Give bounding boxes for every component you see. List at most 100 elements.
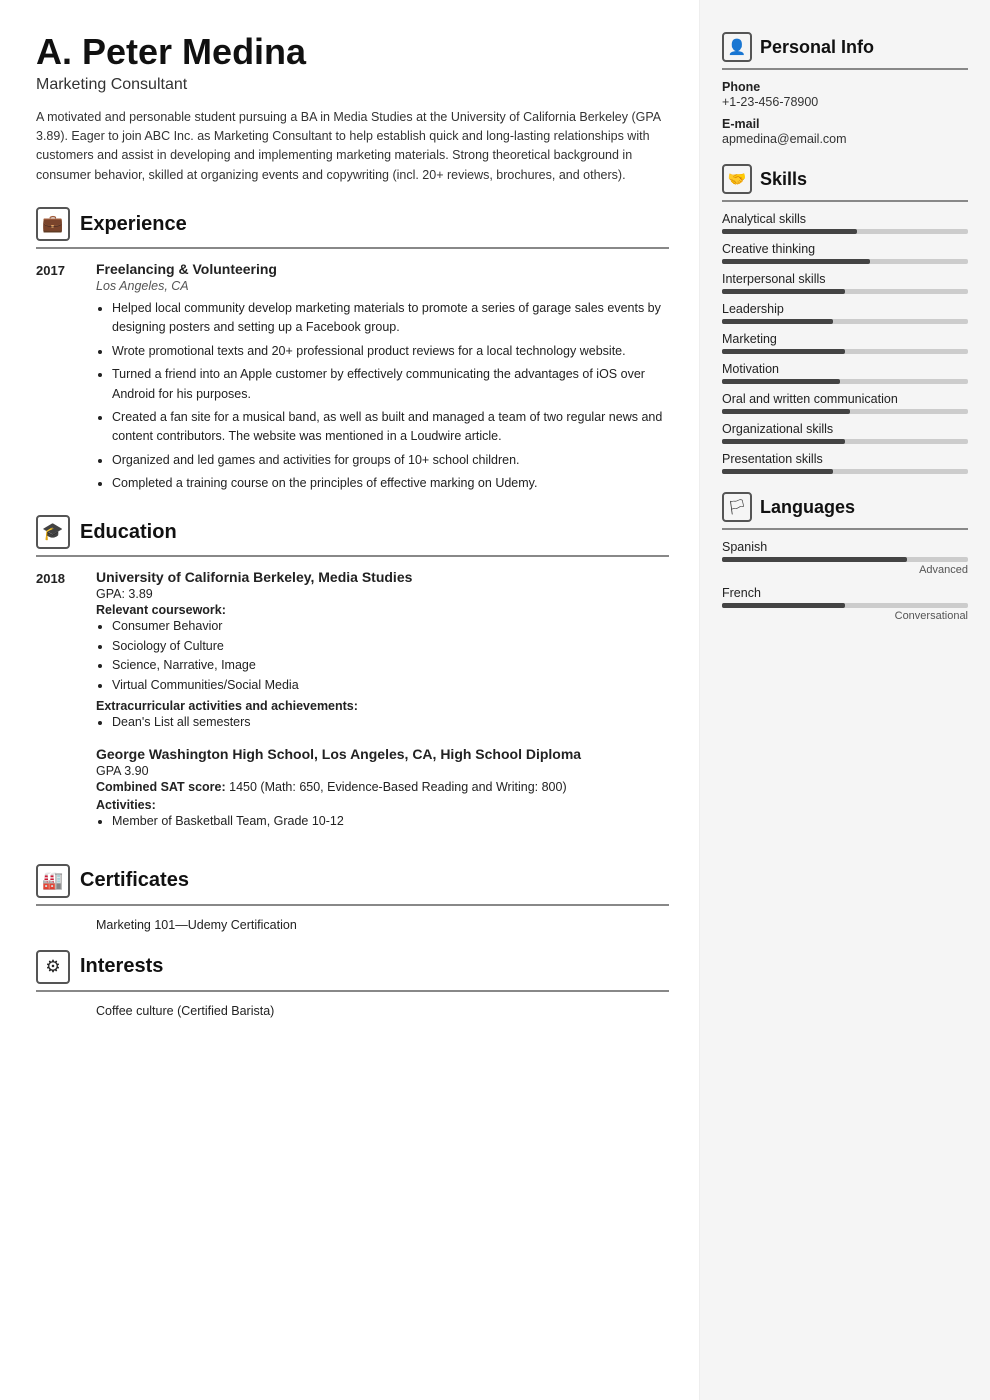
- coursework-item: Consumer Behavior: [112, 617, 669, 636]
- language-item-french: French Conversational: [722, 586, 968, 622]
- skill-name-leadership: Leadership: [722, 302, 968, 316]
- skill-name-analytical: Analytical skills: [722, 212, 968, 226]
- school-2-activities-label: Activities:: [96, 798, 669, 812]
- skills-divider: [722, 200, 968, 202]
- skill-item-creative: Creative thinking: [722, 242, 968, 264]
- lang-bar-fill-french: [722, 603, 845, 608]
- school-1-activities-label: Extracurricular activities and achieveme…: [96, 699, 669, 713]
- skill-bar-bg-interpersonal: [722, 289, 968, 294]
- school-1-title: University of California Berkeley, Media…: [96, 569, 669, 585]
- school-1: University of California Berkeley, Media…: [96, 569, 669, 732]
- bullet-item: Helped local community develop marketing…: [112, 299, 669, 338]
- education-section: 🎓 Education 2018 University of Californi…: [36, 515, 669, 845]
- lang-bar-bg-french: [722, 603, 968, 608]
- skill-bar-fill-interpersonal: [722, 289, 845, 294]
- experience-entry-title-1: Freelancing & Volunteering: [96, 261, 669, 277]
- personal-info-header: 👤 Personal Info: [722, 32, 968, 62]
- language-item-spanish: Spanish Advanced: [722, 540, 968, 576]
- skill-item-analytical: Analytical skills: [722, 212, 968, 234]
- skill-name-motivation: Motivation: [722, 362, 968, 376]
- skill-bar-bg-oral: [722, 409, 968, 414]
- school-1-activities: Dean's List all semesters: [96, 713, 669, 732]
- certificates-section-header: 🏭 Certificates: [36, 864, 669, 898]
- interest-item-1: Coffee culture (Certified Barista): [36, 1004, 669, 1018]
- experience-icon: 💼: [36, 207, 70, 241]
- languages-header: 🏳 Languages: [722, 492, 968, 522]
- certificates-title: Certificates: [80, 869, 189, 892]
- email-value: apmedina@email.com: [722, 132, 968, 146]
- school-2-activities: Member of Basketball Team, Grade 10-12: [96, 812, 669, 831]
- skill-item-marketing: Marketing: [722, 332, 968, 354]
- bullet-item: Organized and led games and activities f…: [112, 451, 669, 470]
- lang-bar-fill-spanish: [722, 557, 907, 562]
- skill-name-marketing: Marketing: [722, 332, 968, 346]
- email-label: E-mail: [722, 117, 968, 131]
- languages-divider: [722, 528, 968, 530]
- skill-bar-fill-presentation: [722, 469, 833, 474]
- skill-bar-bg-creative: [722, 259, 968, 264]
- interests-title: Interests: [80, 955, 163, 978]
- skill-item-organizational: Organizational skills: [722, 422, 968, 444]
- bullet-item: Turned a friend into an Apple customer b…: [112, 365, 669, 404]
- lang-bar-bg-spanish: [722, 557, 968, 562]
- school-2-title: George Washington High School, Los Angel…: [96, 746, 669, 762]
- school-2-sat: Combined SAT score: 1450 (Math: 650, Evi…: [96, 780, 669, 794]
- skills-section: 🤝 Skills Analytical skills Creative thin…: [722, 164, 968, 474]
- skill-name-creative: Creative thinking: [722, 242, 968, 256]
- skill-bar-bg-marketing: [722, 349, 968, 354]
- skill-name-presentation: Presentation skills: [722, 452, 968, 466]
- phone-value: +1-23-456-78900: [722, 95, 968, 109]
- lang-level-spanish: Advanced: [722, 564, 968, 576]
- activity-item: Dean's List all semesters: [112, 713, 669, 732]
- job-title: Marketing Consultant: [36, 76, 669, 94]
- candidate-name: A. Peter Medina: [36, 32, 669, 72]
- coursework-item: Science, Narrative, Image: [112, 656, 669, 675]
- skills-icon: 🤝: [722, 164, 752, 194]
- school-2-sat-value: 1450 (Math: 650, Evidence-Based Reading …: [229, 780, 566, 794]
- certificates-divider: [36, 904, 669, 906]
- education-entry-1: 2018 University of California Berkeley, …: [36, 569, 669, 845]
- skill-bar-bg-presentation: [722, 469, 968, 474]
- interests-section-header: ⚙ Interests: [36, 950, 669, 984]
- skill-item-leadership: Leadership: [722, 302, 968, 324]
- resume-container: A. Peter Medina Marketing Consultant A m…: [0, 0, 990, 1400]
- left-column: A. Peter Medina Marketing Consultant A m…: [0, 0, 700, 1400]
- certificates-icon: 🏭: [36, 864, 70, 898]
- experience-section: 💼 Experience 2017 Freelancing & Voluntee…: [36, 207, 669, 497]
- school-2-sat-label: Combined SAT score:: [96, 780, 226, 794]
- skill-bar-fill-oral: [722, 409, 850, 414]
- school-1-coursework-label: Relevant coursework:: [96, 603, 669, 617]
- summary-text: A motivated and personable student pursu…: [36, 108, 669, 186]
- skills-title: Skills: [760, 169, 807, 190]
- school-1-gpa: GPA: 3.89: [96, 587, 669, 601]
- education-title: Education: [80, 521, 177, 544]
- coursework-item: Sociology of Culture: [112, 637, 669, 656]
- activity-item: Member of Basketball Team, Grade 10-12: [112, 812, 669, 831]
- languages-icon: 🏳: [722, 492, 752, 522]
- experience-year-1: 2017: [36, 261, 78, 497]
- bullet-item: Created a fan site for a musical band, a…: [112, 408, 669, 447]
- certificate-item-1: Marketing 101—Udemy Certification: [36, 918, 669, 932]
- school-2-gpa: GPA 3.90: [96, 764, 669, 778]
- lang-name-spanish: Spanish: [722, 540, 968, 554]
- skill-bar-fill-analytical: [722, 229, 857, 234]
- education-content-1: University of California Berkeley, Media…: [96, 569, 669, 845]
- education-divider: [36, 555, 669, 557]
- interests-divider: [36, 990, 669, 992]
- experience-bullets-1: Helped local community develop marketing…: [96, 299, 669, 493]
- skill-bar-fill-motivation: [722, 379, 840, 384]
- bullet-item: Wrote promotional texts and 20+ professi…: [112, 342, 669, 361]
- education-section-header: 🎓 Education: [36, 515, 669, 549]
- skill-bar-bg-motivation: [722, 379, 968, 384]
- experience-section-header: 💼 Experience: [36, 207, 669, 241]
- lang-level-french: Conversational: [722, 610, 968, 622]
- skill-bar-bg-leadership: [722, 319, 968, 324]
- personal-info-section: 👤 Personal Info Phone +1-23-456-78900 E-…: [722, 32, 968, 146]
- personal-info-icon: 👤: [722, 32, 752, 62]
- skill-item-oral: Oral and written communication: [722, 392, 968, 414]
- interests-section: ⚙ Interests Coffee culture (Certified Ba…: [36, 950, 669, 1018]
- languages-title: Languages: [760, 497, 855, 518]
- skill-name-interpersonal: Interpersonal skills: [722, 272, 968, 286]
- education-year-1: 2018: [36, 569, 78, 845]
- skill-bar-bg-analytical: [722, 229, 968, 234]
